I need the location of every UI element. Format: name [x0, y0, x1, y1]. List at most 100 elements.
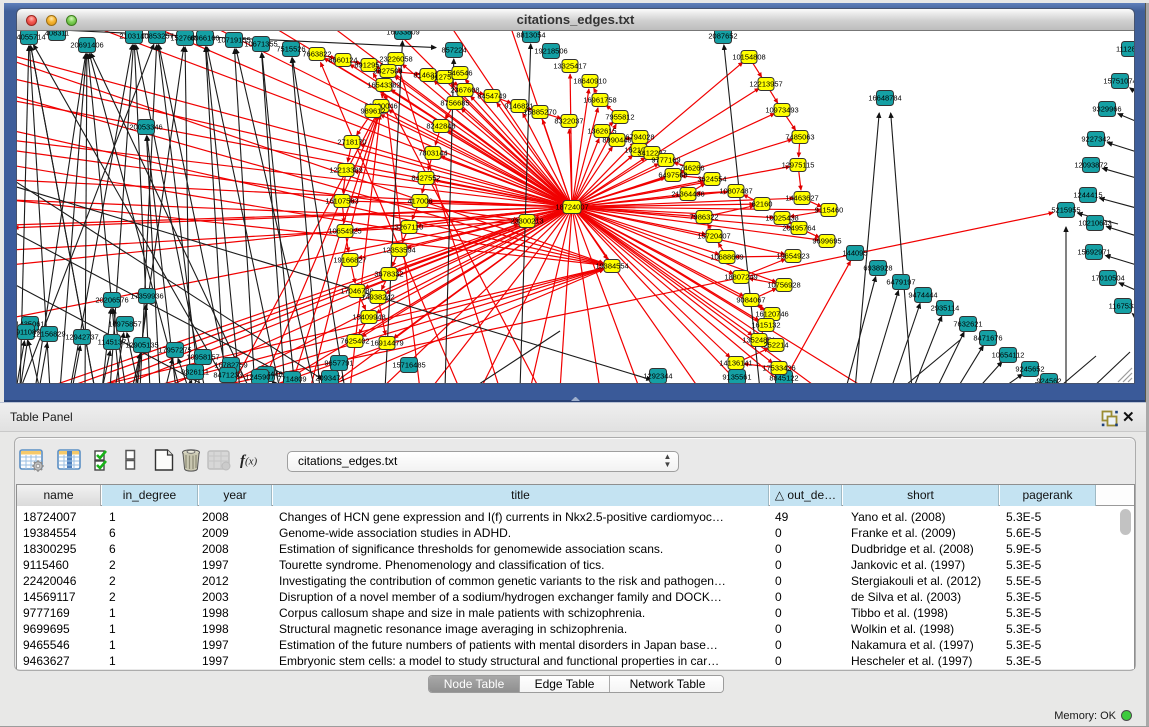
svg-text:12942737: 12942737 — [65, 333, 98, 342]
svg-text:7515526: 7515526 — [276, 45, 305, 54]
svg-text:3267110: 3267110 — [395, 223, 424, 232]
svg-text:10688609: 10688609 — [710, 253, 743, 262]
svg-text:1244415: 1244415 — [1073, 191, 1102, 200]
svg-text:9227342: 9227342 — [1081, 135, 1110, 144]
svg-text:8242848: 8242848 — [426, 122, 455, 131]
svg-text:10654925: 10654925 — [328, 227, 361, 236]
svg-text:16120746: 16120746 — [755, 310, 788, 319]
svg-text:1245907: 1245907 — [245, 373, 274, 382]
svg-text:1112841: 1112841 — [1116, 45, 1134, 54]
svg-text:2718170: 2718170 — [337, 138, 366, 147]
svg-text:10853257: 10853257 — [140, 32, 173, 41]
svg-text:(x): (x) — [245, 456, 258, 468]
svg-text:857224: 857224 — [441, 46, 466, 55]
svg-text:21364436: 21364436 — [671, 190, 704, 199]
svg-text:15751074: 15751074 — [1103, 77, 1134, 86]
svg-text:9115460: 9115460 — [815, 206, 844, 215]
svg-text:1145137: 1145137 — [98, 338, 127, 347]
svg-text:6479197: 6479197 — [886, 278, 915, 287]
svg-text:19654923: 19654923 — [776, 252, 809, 261]
svg-text:23300213: 23300213 — [510, 217, 543, 226]
svg-text:12975115: 12975115 — [782, 161, 815, 170]
svg-text:10671355: 10671355 — [244, 40, 277, 49]
svg-text:1167533: 1167533 — [1109, 302, 1134, 311]
svg-text:8756685: 8756685 — [440, 99, 469, 108]
svg-text:7803144: 7803144 — [418, 149, 447, 158]
svg-text:6794028: 6794028 — [625, 133, 654, 142]
svg-text:12353594: 12353594 — [382, 246, 415, 255]
svg-text:14463627: 14463627 — [785, 194, 818, 203]
svg-text:9329966: 9329966 — [1092, 105, 1121, 114]
svg-text:8427552: 8427552 — [411, 174, 440, 183]
svg-text:15885270: 15885270 — [523, 108, 556, 117]
svg-text:546546: 546546 — [447, 69, 472, 78]
svg-text:7625402: 7625402 — [340, 337, 369, 346]
svg-text:20691406: 20691406 — [70, 41, 103, 50]
svg-text:7485063: 7485063 — [785, 133, 814, 142]
svg-text:9245652: 9245652 — [1015, 365, 1044, 374]
svg-text:18724007: 18724007 — [555, 203, 588, 212]
svg-text:3678332: 3678332 — [374, 270, 403, 279]
svg-text:62160: 62160 — [752, 200, 773, 209]
svg-text:8471233: 8471233 — [213, 371, 242, 380]
svg-text:2367608: 2367608 — [450, 86, 479, 95]
svg-text:252214: 252214 — [763, 341, 788, 350]
svg-text:12093872: 12093872 — [1074, 161, 1107, 170]
svg-text:989612: 989612 — [360, 107, 385, 116]
svg-text:1615132: 1615132 — [751, 321, 780, 330]
svg-text:8813054: 8813054 — [516, 31, 545, 40]
svg-text:144095: 144095 — [842, 249, 867, 258]
svg-text:12213957: 12213957 — [749, 80, 782, 89]
svg-text:9474444: 9474444 — [908, 291, 937, 300]
svg-text:12905135: 12905135 — [125, 341, 158, 350]
svg-text:19218506: 19218506 — [534, 47, 567, 56]
svg-text:20206576: 20206576 — [95, 296, 128, 305]
svg-text:408311: 408311 — [45, 31, 69, 38]
svg-text:16543382: 16543382 — [367, 81, 400, 90]
svg-text:924562: 924562 — [1036, 377, 1061, 383]
svg-text:16914479: 16914479 — [370, 339, 403, 348]
svg-text:9326111: 9326111 — [181, 368, 209, 377]
svg-text:10975857: 10975857 — [108, 320, 141, 329]
svg-text:8454749: 8454749 — [477, 92, 506, 101]
svg-text:3624554: 3624554 — [697, 175, 726, 184]
svg-text:417006: 417006 — [407, 197, 432, 206]
svg-text:3827509: 3827509 — [373, 67, 402, 76]
svg-text:13325417: 13325417 — [553, 62, 586, 71]
svg-text:6966160: 6966160 — [190, 34, 219, 43]
svg-text:15720407: 15720407 — [697, 232, 730, 241]
svg-text:8660124: 8660124 — [328, 56, 357, 65]
svg-text:17010504: 17010504 — [1091, 274, 1124, 283]
svg-text:7955812: 7955812 — [605, 113, 634, 122]
svg-text:12213389: 12213389 — [329, 166, 362, 175]
svg-text:9699695: 9699695 — [812, 237, 841, 246]
svg-text:19384554: 19384554 — [595, 262, 628, 271]
svg-text:18640910: 18640910 — [573, 77, 606, 86]
svg-text:12156829: 12156829 — [32, 330, 65, 339]
svg-text:10654112: 10654112 — [992, 351, 1025, 360]
svg-text:8471676: 8471676 — [973, 334, 1002, 343]
svg-text:10973493: 10973493 — [765, 106, 798, 115]
svg-text:6938928: 6938928 — [863, 264, 892, 273]
svg-text:10807487: 10807487 — [719, 187, 752, 196]
svg-text:15409948: 15409948 — [352, 313, 385, 322]
svg-text:16033809: 16033809 — [386, 31, 419, 37]
svg-text:15716485: 15716485 — [392, 361, 425, 370]
svg-text:8322037: 8322037 — [554, 117, 583, 126]
svg-text:1292344: 1292344 — [643, 372, 672, 381]
svg-text:7986322: 7986322 — [689, 213, 718, 222]
svg-text:14055714: 14055714 — [17, 33, 46, 42]
svg-text:9135561: 9135561 — [722, 373, 751, 382]
svg-text:7663822: 7663822 — [302, 50, 331, 59]
svg-text:14136141: 14136141 — [719, 359, 752, 368]
svg-text:15692971: 15692971 — [1077, 248, 1110, 257]
svg-text:14938242: 14938242 — [361, 293, 394, 302]
svg-text:18807249: 18807249 — [724, 273, 757, 282]
svg-text:9084067: 9084067 — [736, 296, 765, 305]
svg-text:7714809: 7714809 — [277, 375, 306, 383]
svg-text:2935114: 2935114 — [931, 304, 960, 313]
svg-text:16107563: 16107563 — [325, 197, 358, 206]
svg-text:6497568: 6497568 — [658, 171, 687, 180]
svg-text:10210643: 10210643 — [1078, 219, 1111, 228]
svg-text:20495764: 20495764 — [782, 224, 815, 233]
